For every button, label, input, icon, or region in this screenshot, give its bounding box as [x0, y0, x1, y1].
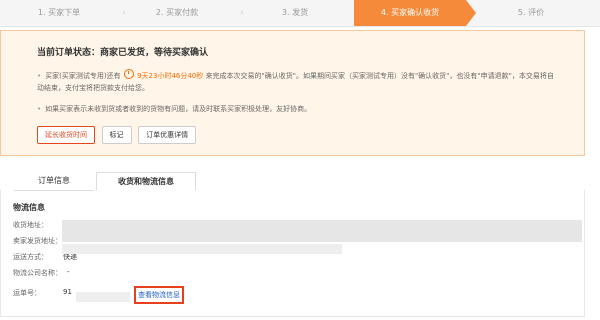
step-buyer-order: 1. 买家下单 ›	[0, 0, 126, 26]
section-title: 物流信息	[13, 203, 45, 212]
status-actions: 延长收货时间 标记 订单优惠详情	[37, 126, 200, 144]
note-text: 买家(买家测试专用)还有	[45, 72, 121, 80]
tab-order-info[interactable]: 订单信息	[14, 172, 94, 191]
tracking-label: 运单号：	[13, 289, 41, 297]
origin-label: 卖家发货地址：	[13, 237, 62, 245]
step-label: 4. 买家确认收货	[380, 8, 440, 17]
step-ship: 3. 发货›	[236, 0, 362, 26]
redacted-address	[62, 220, 582, 242]
step-review: 5. 评价	[476, 0, 586, 26]
view-logistics-link[interactable]: 查看物流信息	[138, 291, 180, 299]
status-note-confirm: • 买家(买家测试专用)还有 9天23小时46分40秒 来完成本次交易的"确认收货…	[37, 69, 557, 94]
step-label: 2. 买家付款	[155, 8, 199, 17]
bullet-icon: •	[37, 105, 42, 113]
discount-details-button[interactable]: 订单优惠详情	[138, 126, 197, 144]
step-confirm-receipt: 4. 买家确认收货	[354, 0, 476, 26]
redacted-origin	[62, 244, 342, 254]
order-progress-steps: 1. 买家下单› 2. 买家付款› 3. 发货› 4. 买家确认收货 5. 评价	[0, 0, 600, 27]
extend-receipt-button[interactable]: 延长收货时间	[37, 126, 95, 144]
tab-shipping-logistics[interactable]: 收货和物流信息	[96, 172, 196, 191]
countdown-time: 9天23小时46分40秒	[137, 72, 204, 80]
clock-icon	[123, 69, 134, 79]
step-buyer-pay: 2. 买家付款 ›	[118, 0, 244, 26]
mark-button[interactable]: 标记	[101, 126, 132, 144]
step-label: 1. 买家下单	[37, 8, 81, 17]
tracking-value: 91	[63, 288, 72, 296]
step-label: 3. 发货	[281, 8, 309, 17]
note-text: 如果买家表示未收到货或者收到的货物有问题，请及时联系买家积极处理，友好协商。	[45, 105, 312, 113]
company-value: -	[67, 268, 70, 276]
status-note-issue: • 如果买家表示未收到货或者收到的货物有问题，请及时联系买家积极处理，友好协商。	[37, 103, 557, 115]
view-logistics-highlight: 查看物流信息	[134, 286, 184, 304]
order-status-title: 当前订单状态：商家已发货，等待买家确认	[37, 48, 209, 58]
step-label: 5. 评价	[517, 8, 545, 17]
redacted-tracking	[76, 292, 130, 302]
address-label: 收货地址：	[13, 221, 48, 229]
company-label: 物流公司名称：	[13, 269, 62, 277]
bullet-icon: •	[37, 72, 42, 80]
method-label: 运送方式：	[13, 253, 48, 261]
order-status-panel: 当前订单状态：商家已发货，等待买家确认 • 买家(买家测试专用)还有 9天23小时…	[0, 30, 585, 156]
